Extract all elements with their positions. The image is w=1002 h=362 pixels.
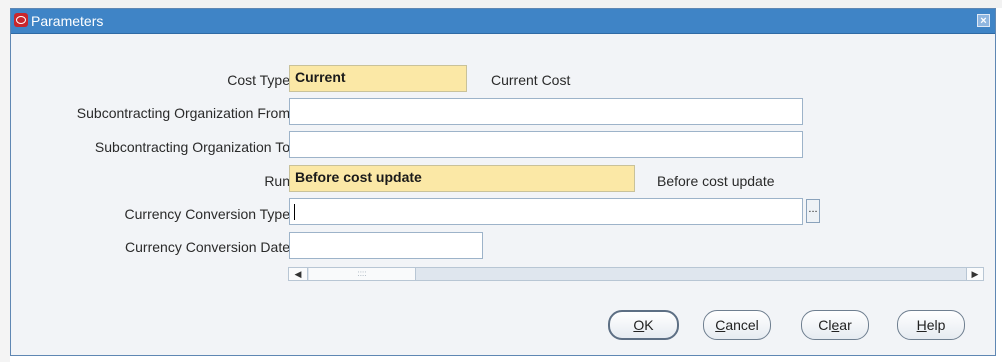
list-of-values-button[interactable]: ...: [806, 199, 820, 223]
scroll-left-arrow-icon[interactable]: ◀: [289, 268, 308, 280]
scroll-thumb[interactable]: ::::: [309, 268, 416, 280]
currency-conversion-type-field[interactable]: [289, 198, 803, 225]
clear-label-rest: ar: [839, 317, 852, 333]
cancel-mnemonic: C: [715, 317, 726, 333]
currency-conversion-date-field[interactable]: [289, 232, 483, 259]
cost-type-field[interactable]: Current: [289, 65, 467, 92]
help-mnemonic: H: [916, 317, 927, 333]
run-description: Before cost update: [657, 173, 775, 189]
run-label: Run: [264, 173, 290, 189]
sub-org-from-label: Subcontracting Organization From: [76, 105, 290, 121]
title-bar[interactable]: Parameters ×: [11, 9, 995, 34]
sub-org-from-field[interactable]: [289, 98, 803, 125]
cost-type-label: Cost Type: [227, 72, 290, 88]
background-strip: [0, 0, 1002, 8]
sub-org-to-field[interactable]: [289, 131, 803, 158]
ok-mnemonic: O: [633, 317, 645, 333]
oracle-logo-icon: [14, 13, 28, 27]
background-left-edge: [0, 0, 10, 362]
help-label-rest: elp: [926, 317, 946, 333]
currency-conversion-date-label: Currency Conversion Date: [125, 239, 290, 255]
text-cursor: [294, 204, 295, 220]
cancel-label-rest: ancel: [725, 317, 759, 333]
parameters-dialog: Parameters × Cost Type Current Current C…: [10, 8, 996, 356]
ok-button[interactable]: OK: [608, 310, 679, 340]
clear-button[interactable]: Clear: [801, 310, 869, 340]
window-title: Parameters: [31, 13, 104, 29]
horizontal-scrollbar[interactable]: ◀ :::: ▶: [288, 267, 984, 281]
scroll-right-arrow-icon[interactable]: ▶: [966, 268, 983, 280]
cost-type-description: Current Cost: [491, 72, 571, 88]
help-button[interactable]: Help: [897, 310, 965, 340]
ok-label-rest: K: [644, 317, 654, 333]
close-button[interactable]: ×: [977, 14, 990, 27]
sub-org-to-label: Subcontracting Organization To: [94, 139, 290, 155]
currency-conversion-type-label: Currency Conversion Type: [124, 206, 290, 222]
cancel-button[interactable]: Cancel: [703, 310, 771, 340]
run-field[interactable]: Before cost update: [289, 165, 635, 192]
clear-label-pre: Cl: [818, 317, 832, 333]
